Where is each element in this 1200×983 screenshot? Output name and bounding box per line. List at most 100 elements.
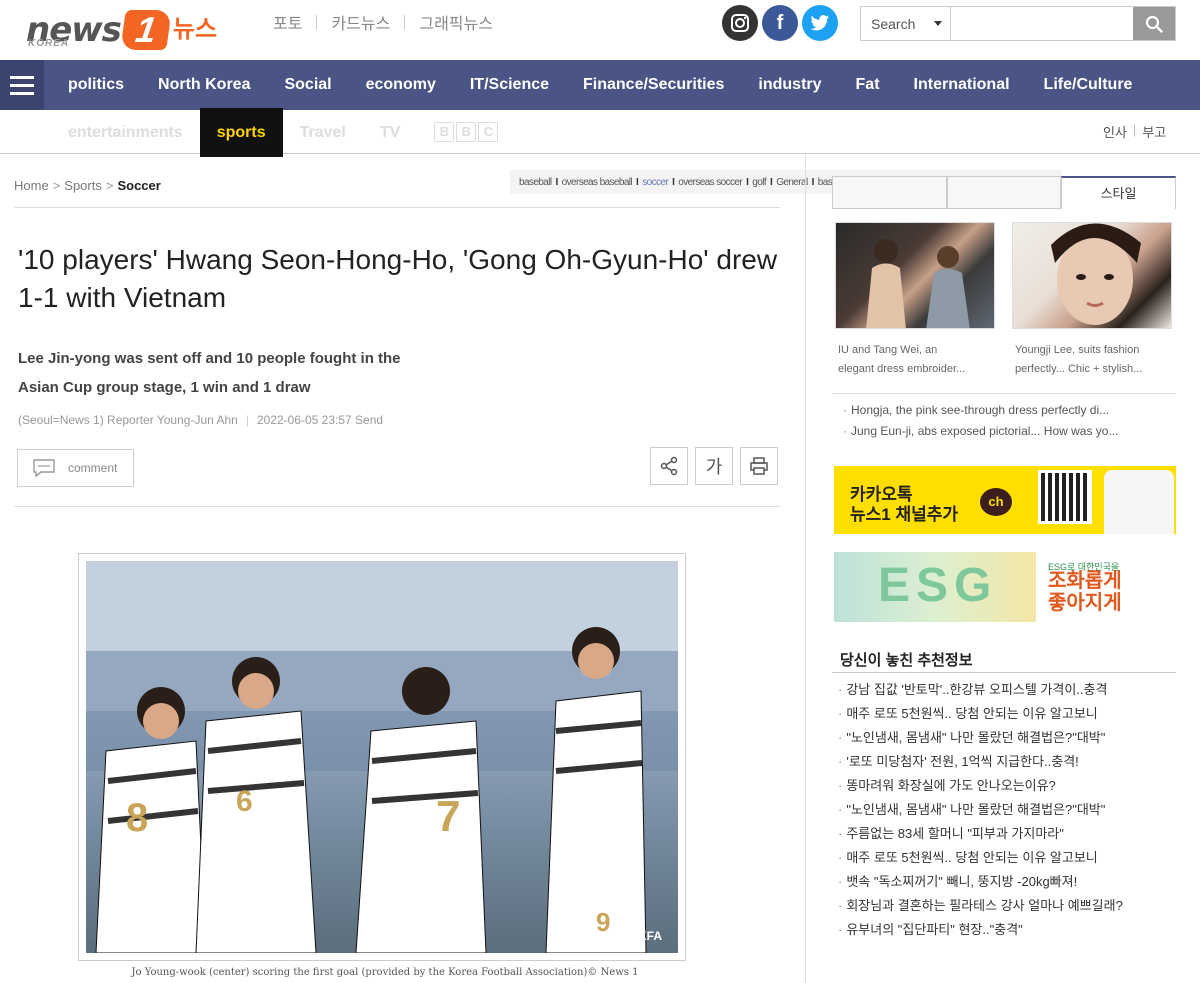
list-item[interactable]: · 주름없는 83세 할머니 "피부과 가지마라" [838, 822, 1176, 846]
category-golf[interactable]: golf [752, 177, 766, 188]
subnav-item-bbc[interactable]: B B C [417, 108, 515, 157]
nav-item-north-korea[interactable]: North Korea [141, 76, 267, 94]
thumbnail-caption[interactable]: Youngji Lee, suits fashion perfectly... … [1015, 341, 1175, 379]
ad-line: 뉴스1 채널추가 [850, 505, 959, 524]
divider [316, 14, 318, 30]
link-text: 주름없는 83세 할머니 "피부과 가지마라" [846, 826, 1064, 841]
list-item[interactable]: · 똥마려워 화장실에 가도 안나오는이유? [838, 774, 1176, 798]
facebook-icon[interactable]: f [762, 5, 798, 41]
category-baseball[interactable]: baseball [519, 177, 552, 188]
thumbnail-image[interactable] [835, 222, 995, 329]
search-select-value: Search [871, 16, 916, 32]
caption-line: Youngji Lee, suits fashion [1015, 344, 1140, 356]
article-photo[interactable]: 8 6 7 9 KFA [86, 561, 678, 953]
category-overseas-baseball[interactable]: overseas baseball [562, 177, 633, 188]
print-icon [750, 457, 768, 475]
search-input[interactable] [953, 7, 1133, 40]
bbc-logo: B B C [434, 122, 499, 143]
category-general[interactable]: General [776, 177, 808, 188]
esg-ad[interactable]: ESG ESG로 대한민국을 조화롭게 좋아지게 [834, 552, 1176, 622]
search-button[interactable] [1133, 7, 1175, 40]
subtitle-line: Lee Jin-yong was sent off and 10 people … [18, 350, 401, 367]
nav-item-social[interactable]: Social [267, 76, 348, 94]
nav-item-economy[interactable]: economy [349, 76, 453, 94]
subnav-item-tv[interactable]: TV [363, 108, 417, 157]
divider [832, 672, 1176, 673]
breadcrumb-soccer[interactable]: Soccer [117, 178, 160, 193]
instagram-icon[interactable] [722, 5, 758, 41]
subnav-item-entertainments[interactable]: entertainments [51, 108, 200, 157]
search-select[interactable]: Search [861, 7, 951, 40]
subnav-item-sports[interactable]: sports [199, 107, 283, 157]
list-item[interactable]: · 회장님과 결혼하는 필라테스 강사 얼마나 예쁘길래? [838, 894, 1176, 918]
nav-item-finance[interactable]: Finance/Securities [566, 76, 741, 94]
list-item[interactable]: · "노인냄새, 몸냄새" 나만 몰랐던 해결법은?"대박" [838, 798, 1176, 822]
link-obituary[interactable]: 부고 [1142, 122, 1166, 141]
divider: | [1132, 122, 1137, 137]
list-item[interactable]: · Jung Eun-ji, abs exposed pictorial... H… [843, 421, 1173, 442]
list-item[interactable]: · 매주 로또 5천원씩.. 당첨 안되는 이유 알고보니 [838, 846, 1176, 870]
comment-button[interactable]: comment [17, 449, 134, 487]
bbc-letter: B [434, 122, 455, 143]
nav-item-industry[interactable]: industry [741, 76, 838, 94]
svg-text:9: 9 [596, 907, 610, 937]
recommendation-list: · 강남 집값 '반토막'..한강뷰 오피스텔 가격이..충격 · 매주 로또 5천… [838, 678, 1176, 942]
tab-2[interactable] [947, 176, 1061, 209]
nav-item-life-culture[interactable]: Life/Culture [1027, 76, 1150, 94]
menu-icon[interactable] [0, 60, 44, 110]
top-link-cardnews[interactable]: 카드뉴스 [331, 10, 390, 34]
tab-style[interactable]: 스타일 [1061, 176, 1176, 209]
share-button[interactable] [650, 447, 688, 485]
link-text: "노인냄새, 몸냄새" 나만 몰랐던 해결법은?"대박" [846, 730, 1106, 745]
logo-korea-label: KOREA [28, 38, 70, 49]
article-photo-frame: 8 6 7 9 KFA [78, 553, 686, 961]
svg-text:7: 7 [436, 792, 460, 841]
list-item[interactable]: · "노인냄새, 몸냄새" 나만 몰랐던 해결법은?"대박" [838, 726, 1176, 750]
logo-korean-text: 뉴스 [172, 16, 218, 43]
kakao-channel-icon: ch [980, 488, 1012, 516]
ad-line: 좋아지게 [1048, 592, 1122, 614]
nav-item-politics[interactable]: politics [51, 76, 141, 94]
tab-1[interactable] [832, 176, 947, 209]
comment-label: comment [68, 461, 118, 475]
breadcrumb-sports[interactable]: Sports [64, 178, 102, 193]
top-header: news 1 뉴스 KOREA 포토 카드뉴스 그래픽뉴스 f Search [0, 0, 1200, 60]
photo-caption: Jo Young-wook (center) scoring the first… [131, 967, 639, 978]
top-links: 포토 카드뉴스 그래픽뉴스 [273, 10, 493, 34]
thumbnail-image[interactable] [1012, 222, 1172, 329]
print-button[interactable] [740, 447, 778, 485]
list-item[interactable]: · 뱃속 "독소찌꺼기" 빼니, 뚱지방 -20kg빠져! [838, 870, 1176, 894]
caption-line: elegant dress embroider... [838, 363, 966, 375]
nav-item-international[interactable]: International [897, 76, 1027, 94]
chevron-down-icon [934, 21, 942, 26]
kakao-channel-ad[interactable]: 카카오톡 뉴스1 채널추가 ch [834, 466, 1176, 534]
breadcrumb-home[interactable]: Home [14, 178, 49, 193]
font-size-button[interactable]: 가 [695, 447, 733, 485]
share-icon [660, 456, 678, 476]
divider [404, 14, 406, 30]
nav-item-fat[interactable]: Fat [839, 76, 897, 94]
article-title: '10 players' Hwang Seon-Hong-Ho, 'Gong O… [18, 244, 778, 313]
category-soccer[interactable]: soccer [642, 177, 668, 188]
category-overseas-soccer[interactable]: overseas soccer [678, 177, 742, 188]
list-item[interactable]: · 유부녀의 "집단파티" 현장.."충격" [838, 918, 1176, 942]
subnav-item-travel[interactable]: Travel [283, 108, 363, 157]
phone-icon [1104, 470, 1174, 534]
breadcrumb: Home > Sports > Soccer [14, 178, 161, 193]
nav-item-it-science[interactable]: IT/Science [453, 76, 566, 94]
sub-nav: entertainments sports Travel TV B B C 인사… [0, 107, 1200, 157]
top-link-graphicnews[interactable]: 그래픽뉴스 [419, 10, 493, 34]
link-text: 똥마려워 화장실에 가도 안나오는이유? [846, 778, 1056, 793]
list-item[interactable]: · 강남 집값 '반토막'..한강뷰 오피스텔 가격이..충격 [838, 678, 1176, 702]
article-subtitle: Lee Jin-yong was sent off and 10 people … [18, 344, 458, 402]
ad-line: 조화롭게 [1048, 570, 1122, 592]
link-people[interactable]: 인사 [1103, 122, 1127, 141]
thumbnail-caption[interactable]: IU and Tang Wei, an elegant dress embroi… [838, 341, 998, 379]
list-item[interactable]: · Hongja, the pink see-through dress perf… [843, 400, 1173, 421]
style-news-list: · Hongja, the pink see-through dress perf… [843, 400, 1173, 442]
list-item[interactable]: · '로또 미당첨자' 전원, 1억씩 지급한다..충격! [838, 750, 1176, 774]
list-item[interactable]: · 매주 로또 5천원씩.. 당첨 안되는 이유 알고보니 [838, 702, 1176, 726]
twitter-icon[interactable] [802, 5, 838, 41]
top-link-photo[interactable]: 포토 [273, 10, 302, 34]
divider [14, 506, 780, 507]
